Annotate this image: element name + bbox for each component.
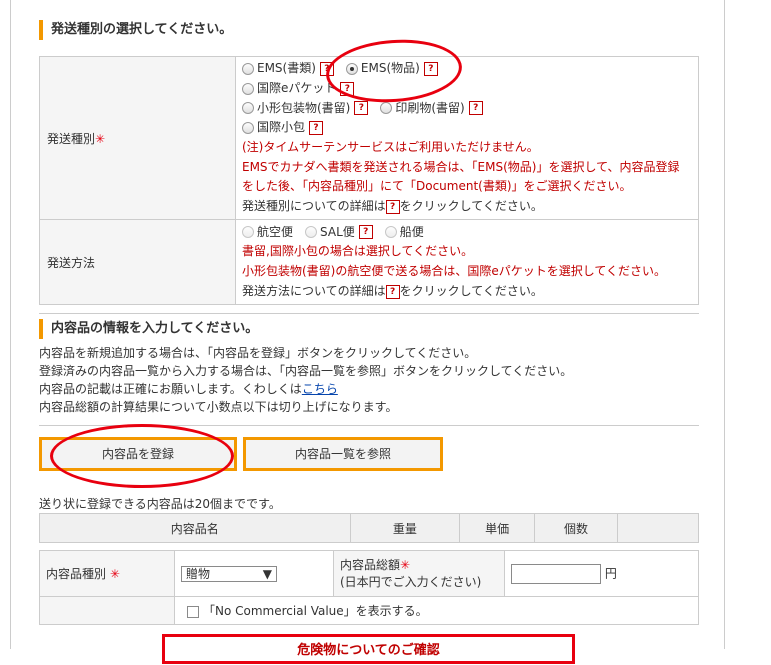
contents-total-label-cell: 内容品総額✳ (日本円でご入力ください) xyxy=(333,550,505,597)
required-mark: ✳ xyxy=(400,557,411,572)
dropdown-arrow-icon: ▼ xyxy=(262,566,272,581)
option-intl-epacket-label: 国際eパケット xyxy=(257,80,337,95)
intro-line-accuracy: 内容品の記載は正確にお願いします。くわしくはこちら xyxy=(39,380,572,398)
contents-total-input-cell: 円 xyxy=(504,550,699,597)
intro-line: 登録済みの内容品一覧から入力する場合は、「内容品一覧を参照」ボタンをクリックして… xyxy=(39,364,573,378)
help-icon[interactable]: ? xyxy=(385,199,400,214)
dangerous-goods-button[interactable]: 危険物についてのご確認 xyxy=(162,634,575,664)
header-blank xyxy=(617,513,699,543)
accuracy-link[interactable]: こちら xyxy=(302,382,338,396)
method-note: 小形包装物(書留)の航空便で送る場合は、国際eパケットを選択してください。 xyxy=(242,264,667,278)
option-intl-parcel-label: 国際小包 xyxy=(257,120,306,135)
method-sal-label: SAL便 xyxy=(320,224,355,239)
yen-unit: 円 xyxy=(604,566,617,580)
header-unit-price: 単価 xyxy=(459,513,535,543)
intro-line: 内容品を新規追加する場合は、「内容品を登録」ボタンをクリックしてください。 xyxy=(39,346,477,360)
contents-total-note: (日本円でご入力ください) xyxy=(340,574,482,589)
radio-printed-matter[interactable] xyxy=(380,102,393,115)
shipping-note: EMSでカナダへ書類を発送される場合は、「EMS(物品)」を選択して、内容品登録 xyxy=(242,159,680,174)
method-detail-suffix: をクリックしてください。 xyxy=(399,283,543,298)
contents-type-value: 贈物 xyxy=(186,567,211,581)
max-contents-note: 送り状に登録できる内容品は20個までです。 xyxy=(39,497,281,511)
accuracy-text: 内容品の記載は正確にお願いします。くわしくは xyxy=(39,382,302,396)
help-icon[interactable]: ? xyxy=(385,284,400,299)
contents-total-input[interactable] xyxy=(511,563,601,584)
shipping-note: をした後、「内容品種別」にて「Document(書類)」をご選択ください。 xyxy=(242,179,632,194)
required-mark: ✳ xyxy=(109,567,120,581)
intro-line: 内容品総額の計算結果について小数点以下は切り上げになります。 xyxy=(39,400,398,414)
contents-section-heading: 内容品の情報を入力してください。 xyxy=(39,319,258,339)
option-ems-goods-label: EMS(物品) xyxy=(360,61,420,76)
page-border-left xyxy=(10,0,11,649)
empty-label-cell xyxy=(39,596,175,625)
no-commercial-label: 「No Commercial Value」を表示する。 xyxy=(203,604,428,618)
radio-intl-epacket[interactable] xyxy=(242,82,254,95)
required-mark: ✳ xyxy=(95,131,106,146)
shipping-detail-suffix: をクリックしてください。 xyxy=(399,199,543,214)
help-icon[interactable]: ? xyxy=(423,62,438,77)
radio-intl-parcel[interactable] xyxy=(242,122,254,135)
contents-type-label-cell: 内容品種別 ✳ xyxy=(39,550,175,597)
shipping-type-label: 発送種別 xyxy=(47,131,96,146)
method-detail-prefix: 発送方法についての詳細は xyxy=(242,283,386,298)
shipping-section-heading: 発送種別の選択してください。 xyxy=(39,20,232,40)
contents-type-select[interactable]: 贈物 ▼ xyxy=(181,565,277,582)
radio-sal[interactable] xyxy=(305,226,318,239)
no-commercial-checkbox[interactable] xyxy=(187,605,199,618)
shipping-method-options: 航空便 SAL便 ? 船便 書留,国際小包の場合は選択してください。 小形包装物… xyxy=(235,219,699,305)
option-printed-matter-label: 印刷物(書留) xyxy=(395,100,465,115)
header-quantity: 個数 xyxy=(534,513,618,543)
contents-type-label: 内容品種別 xyxy=(46,567,107,581)
contents-detail-table: 内容品種別 ✳ 贈物 ▼ 内容品総額✳ (日本円でご入力ください) 円 「No C… xyxy=(39,550,699,625)
section-divider xyxy=(39,425,699,426)
shipping-method-label-cell: 発送方法 xyxy=(39,219,236,305)
help-icon[interactable]: ? xyxy=(340,81,355,96)
browse-contents-button[interactable]: 内容品一覧を参照 xyxy=(243,437,443,471)
help-icon[interactable]: ? xyxy=(319,62,334,77)
help-icon[interactable]: ? xyxy=(468,101,483,116)
page-border-right xyxy=(724,0,725,649)
header-name: 内容品名 xyxy=(39,513,351,543)
radio-ship[interactable] xyxy=(384,226,397,239)
shipping-detail-prefix: 発送種別についての詳細は xyxy=(242,199,386,214)
method-ship-label: 船便 xyxy=(399,224,424,239)
shipping-type-options: EMS(書類) ? EMS(物品) ? 国際eパケット ? 小形包装物(書留) … xyxy=(235,56,699,220)
help-icon[interactable]: ? xyxy=(309,121,324,136)
contents-intro: 内容品を新規追加する場合は、「内容品を登録」ボタンをクリックしてください。 登録… xyxy=(39,344,572,416)
contents-type-select-cell: 贈物 ▼ xyxy=(174,550,334,597)
register-contents-button[interactable]: 内容品を登録 xyxy=(39,437,237,471)
help-icon[interactable]: ? xyxy=(354,101,369,116)
help-icon[interactable]: ? xyxy=(358,225,373,240)
contents-table-header: 内容品名 重量 単価 個数 xyxy=(39,513,699,543)
section-divider xyxy=(39,313,699,314)
radio-air[interactable] xyxy=(242,226,254,239)
no-commercial-cell: 「No Commercial Value」を表示する。 xyxy=(174,596,699,625)
method-note: 書留,国際小包の場合は選択してください。 xyxy=(242,244,474,259)
option-small-packet-label: 小形包装物(書留) xyxy=(257,100,351,115)
radio-small-packet[interactable] xyxy=(242,102,254,115)
radio-ems-goods[interactable] xyxy=(345,63,358,76)
shipping-note: (注)タイムサーテンサービスはご利用いただけません。 xyxy=(242,140,539,154)
radio-ems-docs[interactable] xyxy=(242,63,254,76)
shipping-method-label: 発送方法 xyxy=(47,255,96,270)
shipping-form-table: 発送種別✳ EMS(書類) ? EMS(物品) ? 国際eパケット ? 小形包装… xyxy=(39,56,699,305)
header-weight: 重量 xyxy=(349,513,461,543)
contents-total-label: 内容品総額 xyxy=(340,557,401,572)
option-ems-docs-label: EMS(書類) xyxy=(257,61,316,76)
method-air-label: 航空便 xyxy=(257,224,294,239)
shipping-type-label-cell: 発送種別✳ xyxy=(39,56,236,220)
